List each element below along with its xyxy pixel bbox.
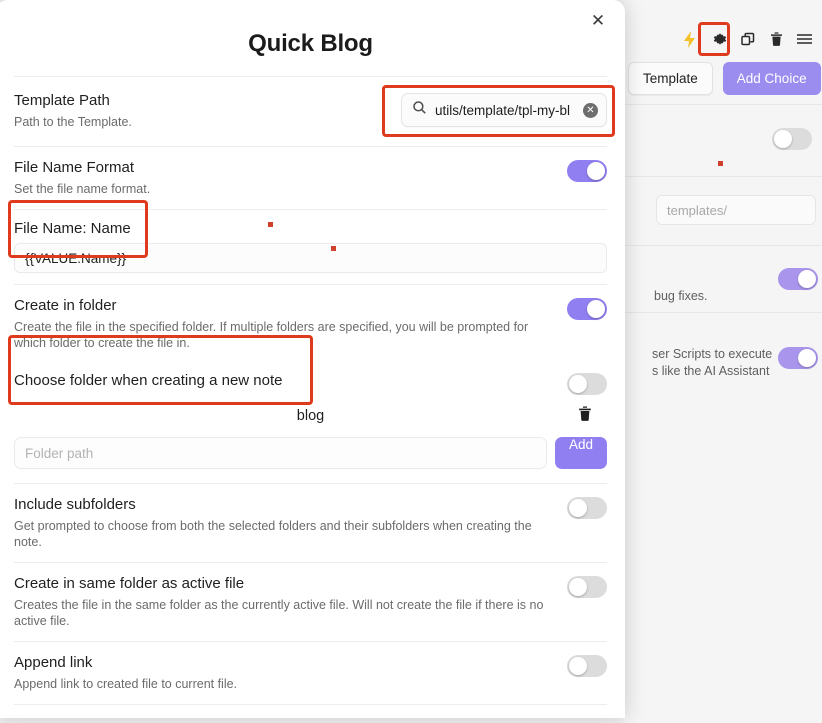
gear-icon[interactable] <box>710 29 730 49</box>
setting-control: utils/template/tpl-my-bl ✕ <box>401 91 607 127</box>
panel-toggle-2[interactable] <box>778 268 818 290</box>
setting-info: File Name Format Set the file name forma… <box>14 158 555 197</box>
add-choice-button[interactable]: Add Choice <box>722 62 821 95</box>
panel-fragment-scripts-line2: s like the AI Assistant <box>652 364 770 378</box>
setting-control <box>567 296 607 320</box>
setting-description: Create the file in the specified folder.… <box>14 320 529 350</box>
setting-control <box>567 653 607 677</box>
setting-info: Template Path Path to the Template. <box>14 91 389 130</box>
folder-list-item: blog <box>14 401 607 431</box>
panel-divider-2 <box>624 176 822 177</box>
toggle-knob <box>569 657 587 675</box>
panel-toolbar <box>624 22 822 56</box>
toggle-knob <box>569 499 587 517</box>
folder-path-input[interactable]: Folder path <box>14 437 547 469</box>
panel-toggle-1[interactable] <box>772 128 812 150</box>
setting-info: Append link Append link to created file … <box>14 653 555 692</box>
setting-info: Set default behavior if file already exi… <box>14 716 316 718</box>
setting-choose-folder: Choose folder when creating a new note <box>14 363 607 395</box>
setting-info: Create in same folder as active file Cre… <box>14 574 555 629</box>
template-path-search-box[interactable]: utils/template/tpl-my-bl ✕ <box>401 93 607 127</box>
block-file-name: File Name: Name {{VALUE:Name}} <box>14 209 607 284</box>
setting-title: Create in folder <box>14 297 117 314</box>
setting-description: Get prompted to choose from both the sel… <box>14 519 532 549</box>
setting-same-folder-as-active: Create in same folder as active file Cre… <box>14 562 607 641</box>
panel-action-buttons: Template Add Choice <box>624 62 822 95</box>
setting-append-link: Append link Append link to created file … <box>14 641 607 704</box>
choose-folder-toggle[interactable] <box>567 373 607 395</box>
create-in-folder-toggle[interactable] <box>567 298 607 320</box>
search-icon <box>412 100 427 120</box>
screen: Template Add Choice templates/ bug fixes… <box>0 0 822 723</box>
lightning-bolt-icon[interactable] <box>676 25 702 53</box>
file-name-input[interactable]: {{VALUE:Name}} <box>14 243 607 273</box>
setting-control: Nothing <box>328 716 607 718</box>
setting-description: Path to the Template. <box>14 115 132 129</box>
panel-template-folder-input[interactable]: templates/ <box>656 195 816 225</box>
file-name-label: File Name: Name <box>14 220 131 237</box>
setting-template-path: Template Path Path to the Template. util… <box>14 76 607 146</box>
settings-list: Template Path Path to the Template. util… <box>0 76 621 718</box>
setting-info: Include subfolders Get prompted to choos… <box>14 495 555 550</box>
setting-title: File Name Format <box>14 159 135 176</box>
panel-fragment-scripts-line1: ser Scripts to execute <box>652 347 773 361</box>
panel-toggle-3[interactable] <box>778 347 818 369</box>
setting-description: Append link to created file to current f… <box>14 677 238 691</box>
folder-add-row: Folder path Add <box>14 437 607 469</box>
setting-title: Choose folder when creating a new note <box>14 372 283 389</box>
page-title: Quick Blog <box>248 30 373 57</box>
panel-divider-4 <box>624 312 822 313</box>
toggle-knob <box>569 578 587 596</box>
include-subfolders-toggle[interactable] <box>567 497 607 519</box>
setting-title: Include subfolders <box>14 496 136 513</box>
add-folder-button[interactable]: Add <box>554 437 607 469</box>
template-button[interactable]: Template <box>628 62 713 95</box>
clear-icon[interactable]: ✕ <box>583 102 598 118</box>
quick-blog-modal: ✕ Quick Blog Template Path Path to the T… <box>0 0 625 718</box>
trash-icon[interactable] <box>766 29 786 49</box>
template-path-input[interactable]: utils/template/tpl-my-bl <box>435 103 575 118</box>
setting-description: Set the file name format. <box>14 182 151 196</box>
folder-name: blog <box>296 408 325 424</box>
setting-create-in-folder: Create in folder Create the file in the … <box>14 284 607 363</box>
setting-default-behavior: Set default behavior if file already exi… <box>14 704 607 718</box>
setting-info: Choose folder when creating a new note <box>14 371 555 391</box>
marker-dot-3 <box>718 161 723 166</box>
same-folder-as-active-toggle[interactable] <box>567 576 607 598</box>
toggle-knob <box>774 130 792 148</box>
panel-divider-3 <box>624 245 822 246</box>
setting-title: Create in same folder as active file <box>14 575 245 592</box>
hamburger-menu-icon[interactable] <box>794 29 814 49</box>
setting-title: Template Path <box>14 92 110 109</box>
setting-file-name-format: File Name Format Set the file name forma… <box>14 146 607 209</box>
marker-dot-1 <box>268 222 273 227</box>
setting-control <box>567 371 607 395</box>
setting-control <box>567 574 607 598</box>
panel-divider-1 <box>624 104 822 105</box>
toggle-knob <box>798 349 816 367</box>
toggle-knob <box>798 270 816 288</box>
setting-description: Creates the file in the same folder as t… <box>14 598 544 628</box>
toggle-knob <box>587 300 605 318</box>
duplicate-icon[interactable] <box>738 29 758 49</box>
marker-dot-2 <box>331 246 336 251</box>
panel-fragment-bug-fixes: bug fixes. <box>654 289 708 303</box>
setting-control <box>567 495 607 519</box>
setting-title: Append link <box>14 654 93 671</box>
setting-control <box>567 158 607 182</box>
setting-info: Create in folder Create the file in the … <box>14 296 555 351</box>
background-settings-panel: Template Add Choice templates/ bug fixes… <box>624 0 822 723</box>
trash-icon[interactable] <box>577 405 593 427</box>
setting-include-subfolders: Include subfolders Get prompted to choos… <box>14 483 607 562</box>
toggle-knob <box>587 162 605 180</box>
toggle-knob <box>569 375 587 393</box>
setting-title: Set default behavior if file already exi… <box>14 716 316 718</box>
file-name-format-toggle[interactable] <box>567 160 607 182</box>
append-link-toggle[interactable] <box>567 655 607 677</box>
